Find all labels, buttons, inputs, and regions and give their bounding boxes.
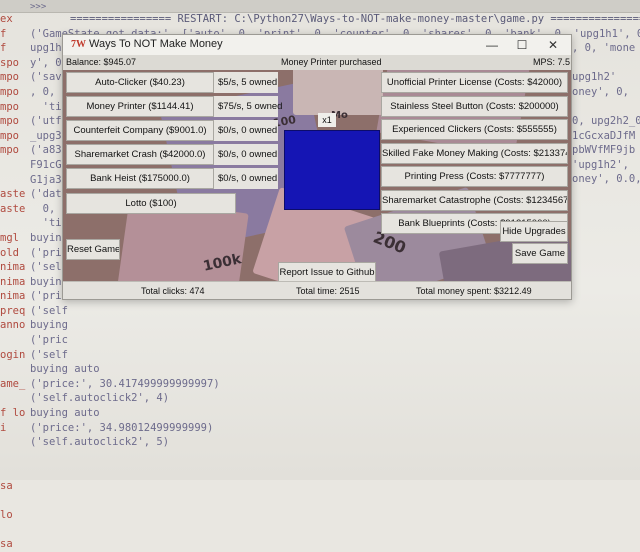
mps-label: MPS: 7.5: [533, 57, 571, 67]
reset-game-button[interactable]: Reset Game: [66, 239, 120, 260]
gutter-line: f: [0, 42, 7, 55]
shell-fragment: 1cGcxaDJfM: [572, 130, 636, 142]
gutter-line: f lo: [0, 407, 26, 420]
upgrade-buy-button[interactable]: Sharemarket Catastrophe (Costs: $1234567…: [381, 189, 568, 211]
shell-line: ('price:', 30.417499999999997): [30, 377, 220, 390]
gutter-line: mpo: [0, 144, 19, 157]
gutter-line: mpo: [0, 100, 19, 113]
shell-fragment: pbWVfMF9jb: [572, 144, 636, 156]
balance-label: Balance: $945.07: [66, 57, 137, 67]
shell-line: buying auto: [30, 407, 100, 420]
gutter-line: prequ: [0, 304, 26, 317]
message-label: Money Printer purchased: [281, 57, 382, 67]
gutter-line: nimat: [0, 275, 26, 288]
gutter-line: i: [0, 421, 7, 434]
gutter-line: aste: [0, 188, 26, 201]
multiplier-label: x1: [318, 113, 336, 127]
gutter-line: ex: [0, 13, 13, 25]
gutter-line: sa: [0, 480, 13, 492]
upgrade-buy-button[interactable]: Printing Press (Costs: $7777777): [381, 166, 568, 187]
upgrade-buy-button[interactable]: Stainless Steel Button (Costs: $200000): [381, 95, 568, 117]
gutter-line: mpo: [0, 115, 19, 128]
gutter-line: mgl: [0, 231, 19, 244]
window-titlebar[interactable]: 7W Ways To NOT Make Money — ☐ ✕: [63, 35, 571, 55]
shell-prompt: >>>: [30, 2, 47, 12]
shell-line: ('pric: [30, 334, 68, 347]
window-title: Ways To NOT Make Money: [89, 38, 223, 50]
minimize-icon[interactable]: —: [478, 36, 506, 54]
gutter-line: ogin: [0, 348, 26, 361]
gutter-line: spo: [0, 56, 19, 69]
game-content: 100k 200 100 Mo 100 Balance: $945.07 Mon…: [63, 55, 571, 299]
gutter-line: mpo: [0, 71, 19, 84]
generator-rate-label: $5/s, 5 owned: [214, 72, 278, 93]
shell-left-gutter: ex f f spo mpo mpo mpo mpo mpo mpo aste aste mgl old n…: [0, 12, 26, 550]
gutter-line: mpo: [0, 85, 19, 98]
gutter-line: [0, 362, 26, 377]
shell-line: ('price:', 34.98012499999999): [30, 421, 214, 434]
upgrade-buy-button[interactable]: Experienced Clickers (Costs: $555555): [381, 119, 568, 140]
upgrade-buy-button[interactable]: Unofficial Printer License (Costs: $4200…: [381, 72, 568, 93]
generator-buy-button[interactable]: Sharemarket Crash ($42000.0): [66, 144, 214, 165]
gutter-line: sa: [0, 538, 13, 551]
save-game-button[interactable]: Save Game: [512, 243, 568, 264]
lotto-button[interactable]: Lotto ($100): [66, 193, 236, 214]
generator-buy-button[interactable]: Counterfeit Company ($9001.0): [66, 120, 214, 141]
generator-rate-label: $0/s, 0 owned: [214, 168, 278, 189]
shell-line: buying auto: [30, 363, 100, 376]
close-icon[interactable]: ✕: [539, 36, 567, 54]
gutter-line: [0, 450, 26, 465]
gutter-line: [0, 391, 26, 406]
gutter-line: [0, 435, 26, 450]
gutter-line: mpo: [0, 129, 19, 142]
shell-fragment: , 0, 'mone: [572, 42, 636, 54]
shell-line: buying: [30, 319, 68, 332]
shell-restart-line: ================ RESTART: C:\Python27\Wa…: [70, 13, 640, 25]
generator-buy-button[interactable]: Auto-Clicker ($40.23): [66, 72, 214, 93]
maximize-icon[interactable]: ☐: [508, 36, 536, 54]
gutter-line: old: [0, 246, 19, 259]
report-issue-button[interactable]: Report Issue to Github: [278, 262, 376, 283]
gutter-line: nimat: [0, 261, 26, 274]
gutter-line: nimat: [0, 290, 26, 303]
gutter-line: [0, 173, 26, 188]
gutter-line: ame_s: [0, 377, 26, 390]
upgrade-buy-button[interactable]: Skilled Fake Money Making (Costs: $21337…: [381, 142, 568, 164]
generator-rate-label: $0/s, 0 owned: [214, 120, 278, 141]
gutter-line: f: [0, 27, 7, 40]
gutter-line: [0, 216, 26, 231]
gutter-line: aste: [0, 202, 26, 215]
gutter-line: [0, 523, 26, 538]
shell-line: ('self: [30, 348, 68, 361]
app-logo-icon: 7W: [71, 39, 86, 50]
shell-fragment: oney', 0.0,: [572, 173, 640, 185]
shell-fragment: 0, upg2h2_0: [572, 115, 640, 127]
total-spent-label: Total money spent: $3212.49: [416, 286, 532, 296]
shell-line: ('self.autoclick2', 4): [30, 392, 170, 405]
click-money-button[interactable]: [284, 130, 380, 210]
shell-line: ('self.autoclick2', 5): [30, 436, 170, 449]
shell-fragment: upg1h2': [572, 71, 617, 83]
hide-upgrades-button[interactable]: Hide Upgrades: [500, 221, 568, 242]
generator-buy-button[interactable]: Money Printer ($1144.41): [66, 96, 214, 117]
shell-fragment: oney', 0,: [572, 86, 629, 98]
game-window: 7W Ways To NOT Make Money — ☐ ✕ 100k 200…: [62, 34, 572, 300]
gutter-line: [0, 494, 26, 509]
generator-rate-label: $0/s, 0 owned: [214, 144, 278, 165]
total-time-label: Total time: 2515: [296, 286, 360, 296]
gutter-line: [0, 333, 26, 348]
gutter-line: annot: [0, 319, 26, 332]
total-clicks-label: Total clicks: 474: [141, 286, 205, 296]
shell-line: ('self: [30, 304, 68, 317]
generator-buy-button[interactable]: Bank Heist ($175000.0): [66, 168, 214, 189]
gutter-line: lo: [0, 509, 13, 522]
gutter-line: [0, 464, 26, 479]
gutter-line: [0, 158, 26, 173]
generator-rate-label: $75/s, 5 owned: [214, 96, 282, 117]
shell-fragment: 'upg1h2',: [572, 159, 629, 171]
status-bar: Total clicks: 474 Total time: 2515 Total…: [63, 281, 571, 299]
